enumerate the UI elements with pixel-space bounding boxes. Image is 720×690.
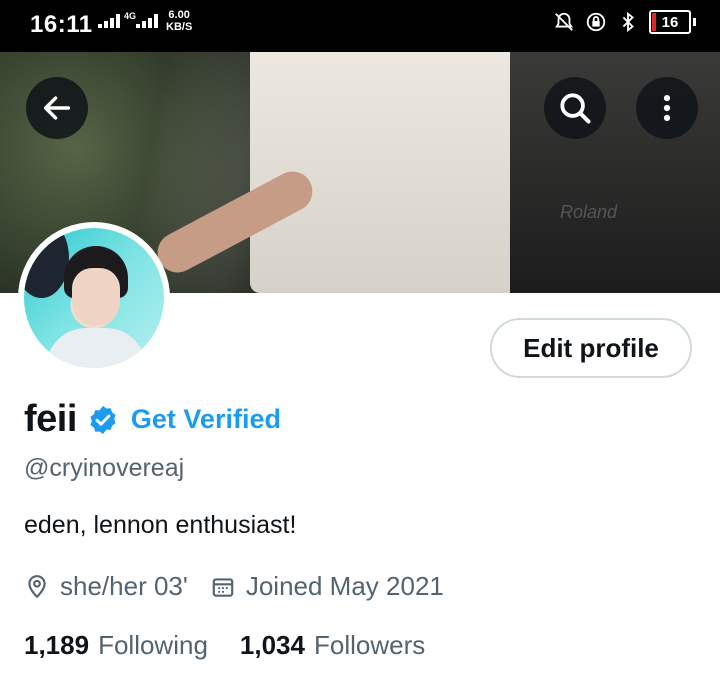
verified-badge-icon[interactable]: [87, 404, 119, 436]
more-vertical-icon: [663, 94, 671, 122]
user-bio: eden, lennon enthusiast!: [24, 511, 297, 539]
profile-meta: she/her 03' Joined May 2021: [24, 571, 466, 602]
network-speed: 6.00 KB/S: [166, 9, 192, 33]
status-time: 16:11: [30, 11, 93, 38]
joined-text: Joined May 2021: [245, 571, 444, 601]
location-text: she/her 03': [60, 571, 188, 601]
following-label[interactable]: Following: [98, 630, 208, 661]
name-row: feii Get Verified: [24, 398, 281, 441]
calendar-icon: [212, 577, 234, 597]
signal-icon-2: [136, 14, 158, 28]
lock-circle-icon: [586, 12, 606, 32]
speed-unit: KB/S: [166, 21, 193, 33]
search-button[interactable]: [544, 77, 606, 139]
search-icon: [560, 93, 591, 124]
display-name: feii: [24, 398, 77, 440]
user-handle: @cryinovereaj: [24, 454, 185, 482]
battery-tip: [693, 18, 696, 26]
bluetooth-icon: [622, 11, 634, 33]
battery-icon: 16: [649, 10, 691, 34]
avatar-face: [72, 268, 120, 326]
signal-icon: [98, 14, 120, 28]
avatar-bg-shape: [24, 228, 69, 298]
battery-fill: [652, 13, 656, 31]
joined-item: Joined May 2021: [210, 571, 444, 602]
status-icons: 16: [553, 10, 696, 34]
avatar-body: [46, 328, 146, 368]
get-verified-link[interactable]: Get Verified: [131, 404, 281, 435]
location-pin-icon: [28, 574, 46, 598]
follow-stats: 1,189 Following 1,034 Followers: [24, 630, 457, 661]
banner-text: Roland: [560, 202, 618, 222]
avatar[interactable]: [24, 228, 164, 368]
battery-level: 16: [661, 13, 679, 31]
bell-off-icon: [554, 12, 574, 31]
status-bar: 16:11 4G 6.00 KB/S 16: [0, 0, 720, 52]
arrow-left-icon: [43, 96, 71, 120]
followers-label[interactable]: Followers: [314, 630, 425, 661]
network-type: 4G: [124, 11, 137, 21]
edit-profile-button[interactable]: Edit profile: [490, 318, 692, 378]
speed-value: 6.00: [168, 9, 190, 21]
more-button[interactable]: [636, 77, 698, 139]
following-count[interactable]: 1,189: [24, 630, 89, 661]
location-item: she/her 03': [24, 571, 188, 602]
back-button[interactable]: [26, 77, 88, 139]
followers-count[interactable]: 1,034: [240, 630, 305, 661]
